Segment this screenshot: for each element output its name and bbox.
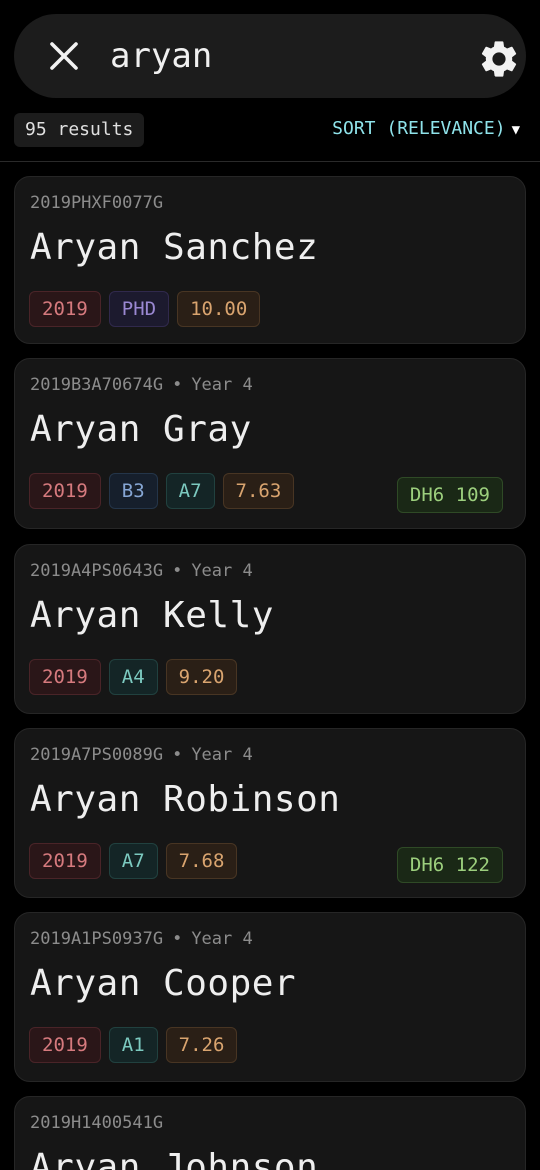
student-card[interactable]: 2019A4PS0643G • Year 4 Aryan Kelly 2019 A4… (14, 544, 526, 714)
close-icon[interactable] (44, 36, 84, 76)
separator-dot: • (172, 375, 183, 395)
student-id-line: 2019H1400541G (30, 1113, 163, 1133)
student-year: Year 4 (191, 375, 253, 395)
student-name: Aryan Kelly (30, 595, 274, 636)
student-year: Year 4 (191, 561, 253, 581)
tag-row: 2019 A7 7.68 (29, 843, 238, 879)
cgpa-tag: 7.63 (222, 473, 295, 509)
student-name: Aryan Robinson (30, 779, 341, 820)
separator-dot: • (172, 561, 183, 581)
student-card[interactable]: 2019PHXF0077G Aryan Sanchez 2019 PHD 10.… (14, 176, 526, 344)
sort-label: SORT (RELEVANCE) (332, 118, 506, 139)
student-card[interactable]: 2019A1PS0937G • Year 4 Aryan Cooper 2019 A… (14, 912, 526, 1082)
gear-icon[interactable] (476, 36, 522, 82)
tag-row: 2019 A1 7.26 (29, 1027, 238, 1063)
student-name: Aryan Gray (30, 409, 252, 450)
student-id-line: 2019A7PS0089G • Year 4 (30, 745, 253, 765)
year-tag: 2019 (29, 473, 101, 509)
caret-down-icon: ▼ (511, 122, 520, 138)
student-id-line: 2019A1PS0937G • Year 4 (30, 929, 253, 949)
student-id: 2019PHXF0077G (30, 193, 164, 213)
student-name: Aryan Sanchez (30, 227, 319, 268)
hostel-tag: DH6 122 (396, 847, 503, 883)
student-id-line: 2019PHXF0077G (30, 193, 163, 213)
student-id: 2019H1400541G (30, 1113, 164, 1133)
tag-row: 2019 PHD 10.00 (29, 291, 261, 327)
search-input[interactable] (110, 36, 450, 76)
tag-row: 2019 B3 A7 7.63 (29, 473, 295, 509)
search-bar (14, 14, 526, 98)
results-count: 95 results (14, 113, 145, 147)
branch-tag: A4 (108, 659, 158, 695)
student-id: 2019A4PS0643G (30, 561, 164, 581)
student-card[interactable]: 2019H1400541G Aryan Johnson (14, 1096, 526, 1170)
program-tag: PHD (108, 291, 170, 327)
student-id: 2019A7PS0089G (30, 745, 164, 765)
year-tag: 2019 (29, 1027, 101, 1063)
student-card[interactable]: 2019A7PS0089G • Year 4 Aryan Robinson 2019… (14, 728, 526, 898)
branch-tag: B3 (108, 473, 158, 509)
separator-dot: • (172, 929, 183, 949)
cgpa-tag: 7.68 (165, 843, 238, 879)
separator-dot: • (172, 745, 183, 765)
hostel-tag: DH6 109 (396, 477, 503, 513)
sort-button[interactable]: SORT (RELEVANCE) ▼ (332, 114, 520, 144)
student-name: Aryan Cooper (30, 963, 297, 1004)
branch-tag: A7 (108, 843, 158, 879)
branch-tag: A7 (165, 473, 215, 509)
student-id-line: 2019B3A70674G • Year 4 (30, 375, 253, 395)
student-year: Year 4 (191, 929, 253, 949)
tag-row: 2019 A4 9.20 (29, 659, 238, 695)
cgpa-tag: 7.26 (165, 1027, 238, 1063)
year-tag: 2019 (29, 843, 101, 879)
year-tag: 2019 (29, 291, 101, 327)
cgpa-tag: 10.00 (177, 291, 261, 327)
student-id: 2019A1PS0937G (30, 929, 164, 949)
student-year: Year 4 (191, 745, 253, 765)
search-results-screen: 95 results SORT (RELEVANCE) ▼ 2019PHXF007… (0, 0, 540, 1170)
year-tag: 2019 (29, 659, 101, 695)
branch-tag: A1 (108, 1027, 158, 1063)
student-card[interactable]: 2019B3A70674G • Year 4 Aryan Gray 2019 B3 … (14, 358, 526, 529)
cgpa-tag: 9.20 (165, 659, 238, 695)
student-name: Aryan Johnson (30, 1147, 319, 1170)
divider (0, 161, 540, 162)
student-id-line: 2019A4PS0643G • Year 4 (30, 561, 253, 581)
student-id: 2019B3A70674G (30, 375, 164, 395)
